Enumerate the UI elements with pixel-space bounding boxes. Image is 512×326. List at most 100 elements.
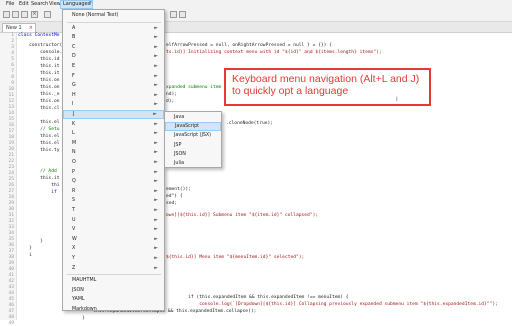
line-number: 1 — [11, 33, 14, 38]
menu-item-label: W — [72, 236, 77, 242]
menu-item-n[interactable]: N ► — [63, 148, 164, 157]
menu-search[interactable]: Search — [31, 0, 48, 9]
menu-item-g[interactable]: G ► — [63, 81, 164, 90]
menu-item-label: X — [72, 246, 76, 252]
menu-item-normal-text[interactable]: None (Normal Text) — [63, 11, 164, 20]
menu-item-label: Z — [72, 265, 76, 271]
line-number: 41 — [8, 273, 14, 278]
code-line: ${this.id}] Menu item "${menuItem.id}" s… — [166, 255, 305, 260]
menu-item-r[interactable]: R ► — [63, 187, 164, 196]
code-line: this._e — [18, 92, 60, 97]
new-file-icon[interactable] — [3, 11, 10, 18]
menu-item-label: T — [72, 208, 75, 213]
tab-new-1[interactable]: New 1 × — [2, 23, 36, 32]
code-line: // Add — [18, 169, 57, 174]
menu-item-b[interactable]: B ► — [63, 33, 164, 42]
code-line: console. — [18, 50, 63, 55]
line-number: 22 — [8, 159, 14, 164]
menu-bar: File Edit Search View Languages ? — [0, 0, 512, 9]
menu-item-yaml[interactable]: YAML — [63, 295, 164, 304]
line-number: 23 — [8, 165, 14, 170]
open-file-icon[interactable] — [12, 11, 19, 18]
menu-item-e[interactable]: E ► — [63, 62, 164, 71]
submenu-arrow-icon: ► — [153, 111, 157, 117]
menu-item-y[interactable]: Y ► — [63, 254, 164, 263]
submenu-arrow-icon: ► — [154, 168, 158, 175]
code-line: } — [18, 239, 43, 244]
line-number: 49 — [8, 321, 14, 326]
menu-edit[interactable]: Edit — [19, 0, 29, 9]
menu-item-label: S — [72, 198, 76, 204]
menu-item-mauhtml[interactable]: MAUHTML — [63, 276, 164, 285]
menu-item-t[interactable]: T ► — [63, 206, 164, 215]
line-number: 45 — [8, 297, 14, 302]
menu-item-w[interactable]: W ► — [63, 235, 164, 244]
submenu-item-julia[interactable]: Julia — [165, 159, 221, 168]
undo-icon[interactable] — [44, 11, 51, 18]
menu-item-label: B — [72, 35, 76, 41]
zoom-icon[interactable] — [170, 11, 177, 18]
languages-j-submenu: Java JavaScript JavaScript (JSX) JSP JSON Jul… — [164, 111, 222, 168]
tab-close-icon[interactable]: × — [29, 24, 33, 33]
code-line: // Setu — [18, 127, 60, 132]
submenu-arrow-icon: ► — [154, 149, 158, 156]
menu-item-d[interactable]: D ► — [63, 52, 164, 61]
menu-item-label: O — [72, 160, 76, 165]
submenu-item-javascript[interactable]: JavaScript — [165, 122, 221, 132]
menu-item-v[interactable]: V ► — [63, 225, 164, 234]
menu-item-c[interactable]: C ► — [63, 43, 164, 52]
submenu-arrow-icon: ► — [154, 63, 158, 69]
menu-item-p[interactable]: P ► — [63, 168, 164, 177]
text-cursor-icon: I — [396, 96, 398, 103]
line-number: 20 — [8, 147, 14, 152]
menu-item-json[interactable]: JSON — [63, 286, 164, 295]
submenu-item-java[interactable]: Java — [165, 113, 221, 122]
code-line: ement()); — [166, 187, 191, 192]
line-number: 3 — [11, 45, 14, 50]
line-number: 5 — [11, 57, 14, 62]
line-number: 21 — [8, 153, 14, 158]
submenu-item-jsp[interactable]: JSP — [165, 141, 221, 150]
line-number: 11 — [8, 93, 14, 98]
menu-item-h[interactable]: H ► — [63, 91, 164, 100]
menu-item-label: Q — [72, 179, 76, 185]
code-line: this.el — [18, 134, 60, 139]
wrap-icon[interactable] — [179, 11, 186, 18]
submenu-arrow-icon: ► — [154, 255, 158, 261]
save-icon[interactable] — [21, 11, 28, 18]
menu-item-z[interactable]: Z ► — [63, 264, 164, 273]
menu-item-label: N — [72, 150, 76, 156]
line-number: 42 — [8, 279, 14, 284]
code-line: thi — [18, 183, 60, 188]
submenu-arrow-icon: ► — [154, 120, 158, 127]
menu-help[interactable]: ? — [89, 0, 92, 9]
code-line: this.cl — [18, 106, 60, 111]
line-number: 18 — [8, 135, 14, 140]
menu-file[interactable]: File — [6, 0, 14, 9]
menu-item-j[interactable]: J ► — [63, 110, 164, 119]
menu-item-markdown[interactable]: Markdown — [63, 305, 164, 314]
menu-item-u[interactable]: U ► — [63, 216, 164, 225]
menu-item-l[interactable]: L ► — [63, 129, 164, 138]
menu-item-s[interactable]: S ► — [63, 196, 164, 205]
menu-item-q[interactable]: Q ► — [63, 177, 164, 186]
menu-item-m[interactable]: M ► — [63, 139, 164, 148]
menu-item-a[interactable]: A ► — [63, 24, 164, 33]
menu-item-o[interactable]: O ► — [63, 158, 164, 167]
line-number: 12 — [8, 99, 14, 104]
line-number: 8 — [11, 75, 14, 80]
menu-item-x[interactable]: X ► — [63, 244, 164, 253]
line-number: 47 — [8, 309, 14, 314]
submenu-item-json[interactable]: JSON — [165, 150, 221, 159]
code-line: sed; — [166, 201, 178, 206]
menu-separator — [67, 21, 161, 23]
submenu-item-javascript-jsx[interactable]: JavaScript (JSX) — [165, 131, 221, 140]
code-line: this.on — [18, 78, 60, 83]
menu-item-f[interactable]: F ► — [63, 72, 164, 81]
close-icon[interactable]: × — [31, 11, 38, 18]
menu-item-k[interactable]: K ► — [63, 120, 164, 129]
line-number: 38 — [8, 255, 14, 260]
menu-item-i[interactable]: I ► — [63, 100, 164, 109]
menu-item-label: Y — [72, 256, 75, 261]
menu-item-label: R — [72, 188, 76, 194]
